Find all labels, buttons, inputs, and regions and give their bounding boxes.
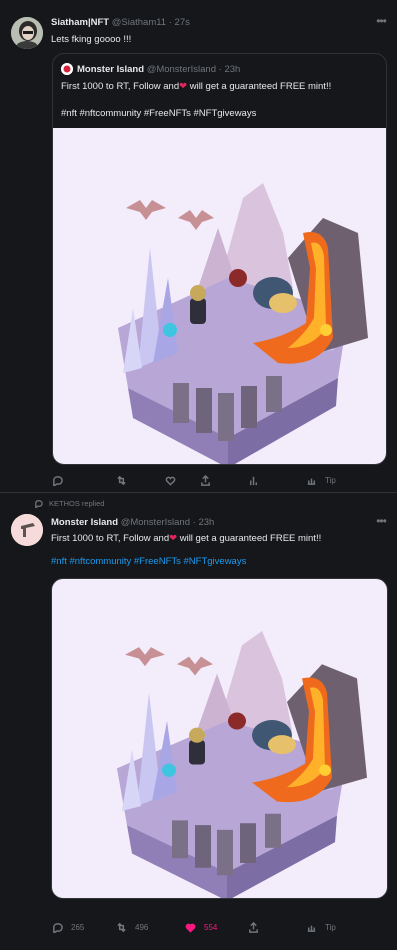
heart-emoji-icon: ❤ <box>169 533 178 544</box>
quoted-time: 23h <box>224 64 241 75</box>
tip-icon <box>307 478 316 485</box>
more-icon[interactable]: ••• <box>374 15 388 27</box>
reply-button[interactable] <box>52 472 71 488</box>
quoted-text: First 1000 to RT, Follow and❤ will get a… <box>61 81 332 92</box>
tip-icon <box>307 925 316 932</box>
like-button[interactable]: 554 <box>185 919 217 935</box>
reply-icon <box>53 475 63 486</box>
tweet-media-image[interactable] <box>51 578 388 899</box>
tweet-time[interactable]: 27s <box>175 17 190 28</box>
tweet-hashtags[interactable]: #nft #nftcommunity #FreeNFTs #NFTgiveway… <box>51 556 246 567</box>
tweet-time[interactable]: 23h <box>198 517 214 528</box>
tweet-2[interactable]: KETHOS replied Monster Island @MonsterIs… <box>0 492 397 950</box>
share-icon <box>201 474 210 486</box>
reply-icon <box>53 922 63 933</box>
share-icon <box>249 921 258 933</box>
more-icon[interactable]: ••• <box>374 515 388 527</box>
tweet-1-actions: Tip <box>52 472 382 488</box>
quoted-media-image[interactable] <box>53 128 386 464</box>
reply-context: KETHOS replied <box>34 499 104 508</box>
analytics-icon <box>250 476 257 485</box>
tweet-2-actions: 265 496 554 Tip <box>52 919 382 935</box>
retweet-icon <box>117 922 126 932</box>
quoted-author-handle: @MonsterIsland <box>146 64 216 75</box>
retweet-button[interactable] <box>116 472 135 488</box>
quoted-hashtags: #nft #nftcommunity #FreeNFTs #NFTgiveway… <box>61 108 257 119</box>
quoted-tweet[interactable]: Monster Island @MonsterIsland · 23h Firs… <box>52 53 387 465</box>
reply-button[interactable]: 265 <box>52 919 84 935</box>
author-handle[interactable]: @Siatham11 <box>112 17 166 28</box>
retweet-icon <box>117 475 126 485</box>
tip-button[interactable]: Tip <box>306 919 336 935</box>
share-button[interactable] <box>248 919 259 935</box>
analytics-button[interactable] <box>248 472 259 488</box>
quoted-author-name: Monster Island <box>77 64 145 75</box>
share-button[interactable] <box>200 472 211 488</box>
author-avatar[interactable] <box>11 17 43 49</box>
like-icon <box>165 476 176 486</box>
tip-button[interactable]: Tip <box>306 472 336 488</box>
heart-emoji-icon: ❤ <box>179 81 188 92</box>
quoted-author-avatar <box>61 63 73 75</box>
author-avatar[interactable] <box>11 514 43 546</box>
retweet-button[interactable]: 496 <box>116 919 148 935</box>
author-name[interactable]: Monster Island <box>51 517 118 528</box>
author-name[interactable]: Siatham|NFT <box>51 17 109 28</box>
author-handle[interactable]: @MonsterIsland <box>121 517 190 528</box>
tweet-text: Lets fking goooo !!! <box>51 34 132 45</box>
like-icon <box>185 923 196 933</box>
tweet-1[interactable]: Siatham|NFT @Siatham11 · 27s ••• Lets fk… <box>0 0 397 492</box>
reply-context-icon <box>35 500 43 508</box>
like-button[interactable] <box>165 472 184 488</box>
tweet-text: First 1000 to RT, Follow and❤ will get a… <box>51 533 322 544</box>
